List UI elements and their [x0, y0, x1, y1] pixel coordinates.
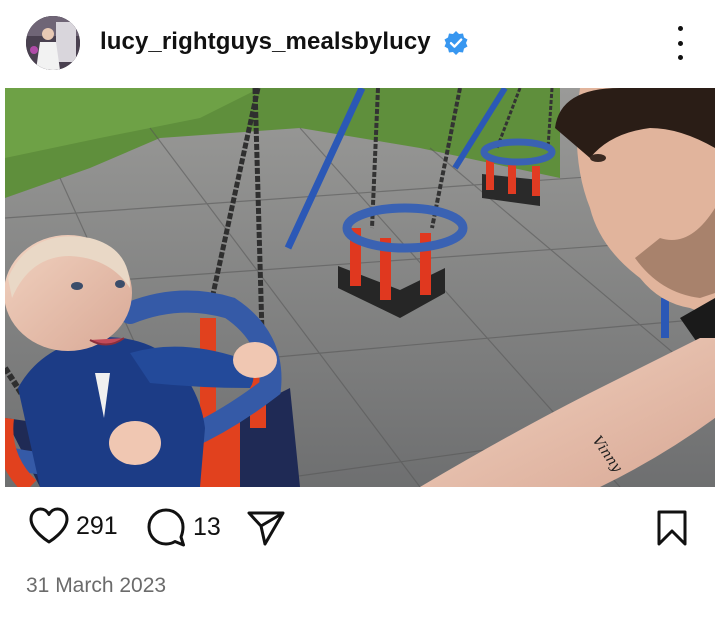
paper-plane-icon: [247, 511, 285, 546]
save-button[interactable]: [656, 509, 688, 547]
playground-swing-photo: Vinny: [0, 88, 720, 487]
share-button[interactable]: [246, 509, 286, 547]
like-button[interactable]: 291: [28, 506, 118, 546]
comment-count: 13: [193, 512, 221, 541]
post-date: 31 March 2023: [26, 574, 167, 597]
avatar-image: [26, 16, 80, 70]
username[interactable]: lucy_rightguys_mealsbylucy: [100, 28, 431, 56]
action-bar: 291 13: [0, 506, 720, 554]
avatar[interactable]: [26, 16, 80, 70]
heart-icon: [29, 507, 69, 544]
bookmark-icon: [657, 510, 687, 546]
post-photo[interactable]: Vinny: [0, 88, 720, 487]
comment-button[interactable]: 13: [145, 506, 221, 548]
like-count: 291: [76, 511, 118, 540]
post-header: lucy_rightguys_mealsbylucy: [0, 0, 720, 88]
verified-badge-icon: [444, 31, 468, 55]
comment-bubble-icon: [147, 508, 185, 547]
more-options-icon[interactable]: [664, 26, 696, 60]
